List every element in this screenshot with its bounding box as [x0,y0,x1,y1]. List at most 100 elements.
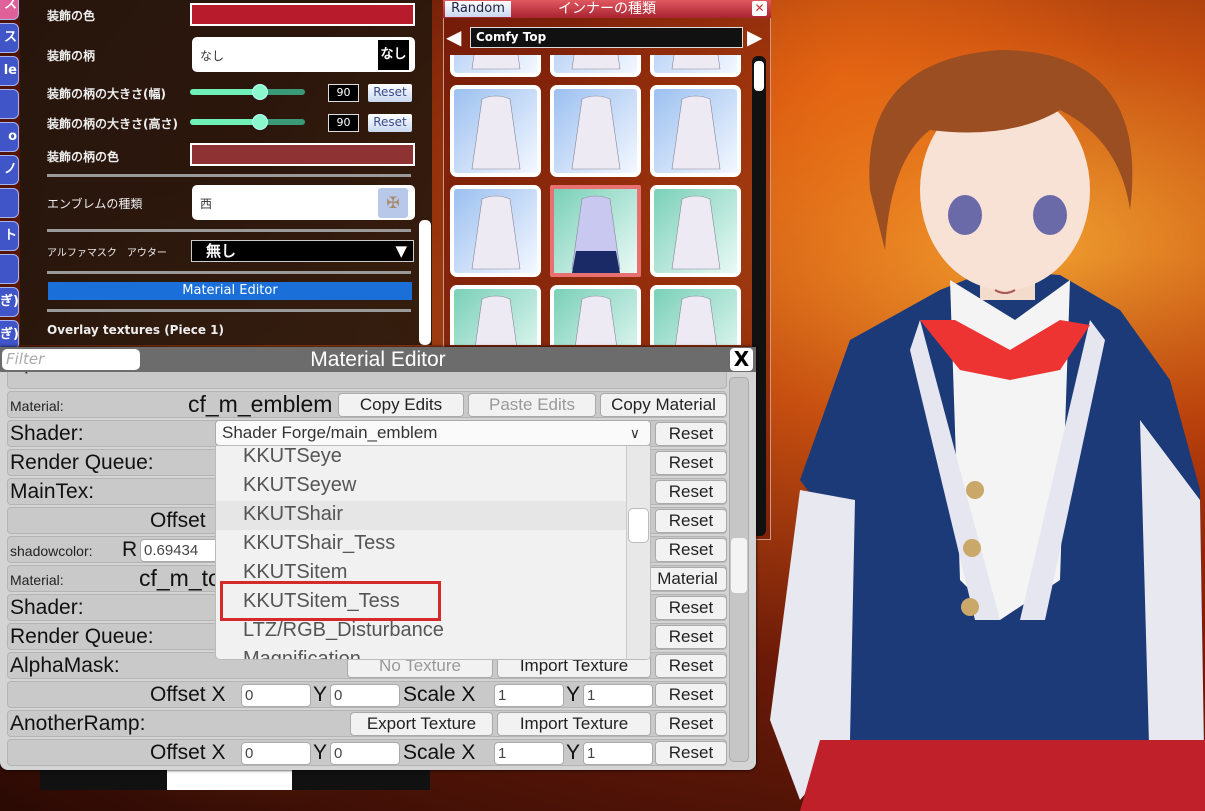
shader-select-value: Shader Forge/main_emblem [222,423,438,442]
property-label: SpecularPowerNail: [10,372,194,375]
pattern-width-reset-button[interactable]: Reset [368,84,412,102]
reset-button[interactable]: Reset [655,654,727,678]
import-texture-button[interactable]: Import Texture [497,712,651,736]
pattern-height-value[interactable]: 90 [328,114,359,132]
material-editor-button[interactable]: Material Editor [48,282,412,300]
reset-button[interactable]: Reset [655,509,727,533]
close-button[interactable]: X [730,348,753,371]
pattern-height-slider[interactable] [190,114,305,130]
left-tab[interactable]: ス [0,0,19,20]
copy-material-button[interactable]: Material [648,567,727,591]
prev-arrow-icon[interactable]: ◀ [446,26,461,48]
left-tab[interactable] [0,188,19,218]
pattern-color-swatch[interactable] [190,143,415,166]
scale-x-input[interactable]: 1 [494,684,564,707]
left-tab[interactable]: ノ [0,155,19,185]
reset-button[interactable]: Reset [655,625,727,649]
emblem-icon: ✠ [378,188,408,218]
scale-y-input[interactable]: 1 [583,684,653,707]
offset-x-input[interactable]: 0 [241,684,311,707]
alpha-mask-dropdown[interactable]: 無し ▼ [191,240,414,262]
clothing-item-thumbnail[interactable] [550,285,641,345]
shader-dropdown-list: KKUTSeye KKUTSeyew KKUTShair KKUTShair_Tess… [215,445,651,660]
reset-button[interactable]: Reset [655,422,727,446]
clothing-item-thumbnail[interactable] [450,185,541,277]
clothing-item-thumbnail[interactable] [550,55,641,77]
left-tab[interactable]: ぎ) [0,320,19,350]
paste-edits-button[interactable]: Paste Edits [468,393,596,417]
dropdown-scrollbar[interactable] [626,446,650,659]
clothing-item-thumbnail[interactable] [550,185,641,277]
left-tab[interactable]: ぎ) [0,287,19,317]
scale-x-input[interactable]: 1 [494,742,564,765]
reset-button[interactable]: Reset [655,712,727,736]
dropdown-option[interactable]: KKUTShair_Tess [216,530,626,559]
dropdown-option[interactable]: KKUTShair [216,501,626,530]
editor-scrollbar[interactable] [729,377,749,762]
clothing-item-thumbnail[interactable] [450,285,541,345]
decoration-pattern-value: なし [200,49,225,63]
clothing-item-thumbnail[interactable] [650,185,741,277]
dropdown-option[interactable]: KKUTSeyew [216,472,626,501]
reset-button[interactable]: Reset [655,538,727,562]
left-tab[interactable]: ト [0,221,19,251]
category-name: Comfy Top [470,27,743,48]
pattern-width-label: 装飾の柄の大きさ(幅) [47,87,166,101]
copy-material-button[interactable]: Copy Material [600,393,727,417]
pattern-width-value[interactable]: 90 [328,84,359,102]
pattern-width-slider[interactable] [190,84,305,100]
reset-button[interactable]: Reset [655,480,727,504]
reset-button[interactable]: Reset [655,741,727,765]
scrollbar-thumb[interactable] [731,538,747,593]
material-editor-title: Material Editor [310,348,446,371]
next-arrow-icon[interactable]: ▶ [747,26,762,48]
property-row: Material: cf_m_emblem Copy Edits Paste Edit… [7,391,727,418]
shader-select[interactable]: Shader Forge/main_emblem ∨ [215,420,651,446]
divider [47,229,411,232]
inner-panel-title: インナーの種類 [558,1,656,17]
close-icon[interactable]: ✕ [752,1,767,16]
left-tab[interactable]: le [0,56,19,86]
clothing-item-thumbnail[interactable] [450,55,541,77]
decoration-color-swatch[interactable] [190,3,415,26]
left-tab[interactable]: o [0,122,19,152]
overlay-textures-label: Overlay textures (Piece 1) [47,323,224,337]
scale-y-input[interactable]: 1 [583,742,653,765]
dropdown-option[interactable]: KKUTSeye [216,446,626,472]
dropdown-arrow-icon: ▼ [395,242,407,260]
bottom-input[interactable] [167,770,292,790]
clothing-item-thumbnail[interactable] [650,85,741,177]
dropdown-option[interactable]: Magnification [216,646,626,659]
copy-edits-button[interactable]: Copy Edits [338,393,464,417]
random-button[interactable]: Random [445,1,511,17]
decoration-color-label: 装飾の色 [47,9,96,23]
offset-y-input[interactable]: 0 [330,742,400,765]
pattern-height-reset-button[interactable]: Reset [368,114,412,132]
scale-y-label: Y [566,741,581,764]
emblem-label: エンブレムの種類 [47,197,143,211]
left-tab[interactable] [0,89,19,119]
property-row: Offset X 0 Y 0 Scale X 1 Y 1 Reset [7,739,727,766]
maintex-label: MainTex: [10,480,95,503]
dropdown-option[interactable]: LTZ/RGB_Disturbance [216,617,626,646]
property-row: SpecularPowerNail: [7,372,727,389]
material-name: cf_m_emblem [188,391,333,417]
left-panel-scrollbar[interactable] [419,220,431,345]
export-texture-button[interactable]: Export Texture [350,712,493,736]
left-tab[interactable]: ス [0,23,19,53]
left-tab[interactable] [0,254,19,284]
dropdown-scrollbar-thumb[interactable] [628,508,649,543]
clothing-item-thumbnail[interactable] [650,55,741,77]
offset-y-label: Y [313,741,328,764]
clothing-item-thumbnail[interactable] [650,285,741,345]
reset-button[interactable]: Reset [655,451,727,475]
reset-button[interactable]: Reset [655,596,727,620]
reset-button[interactable]: Reset [655,683,727,707]
offset-x-input[interactable]: 0 [241,742,311,765]
offset-y-input[interactable]: 0 [330,684,400,707]
scale-x-label: Scale X [403,741,476,764]
clothing-item-thumbnail[interactable] [450,85,541,177]
clothing-item-thumbnail[interactable] [550,85,641,177]
offset-label: Offset [150,509,206,532]
filter-input[interactable]: Filter [2,349,140,370]
